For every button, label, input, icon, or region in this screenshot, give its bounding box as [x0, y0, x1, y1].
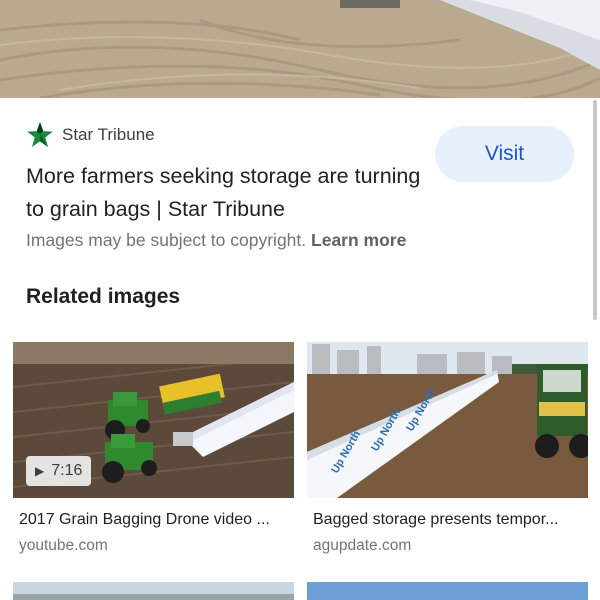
learn-more-link[interactable]: Learn more: [311, 230, 406, 250]
source-name: Star Tribune: [62, 125, 155, 144]
video-duration: 7:16: [51, 462, 83, 479]
hero-image[interactable]: [0, 0, 600, 98]
related-image-card[interactable]: ▶ 7:16 2017 Grain Bagging Drone video ..…: [13, 342, 294, 555]
star-icon: [27, 122, 53, 147]
related-image-title[interactable]: 2017 Grain Bagging Drone video ...: [13, 511, 294, 529]
related-image-thumbnail[interactable]: ▶ 7:16: [13, 342, 294, 498]
related-images-heading: Related images: [26, 285, 181, 308]
copyright-text: Images may be subject to copyright.: [26, 230, 307, 250]
scrollbar[interactable]: [593, 100, 597, 320]
source-row[interactable]: Star Tribune: [26, 121, 155, 149]
related-image-domain: agupdate.com: [313, 537, 412, 554]
page-title[interactable]: More farmers seeking storage are turning…: [26, 160, 426, 226]
related-image-thumbnail[interactable]: [13, 582, 294, 600]
video-duration-badge: ▶ 7:16: [26, 456, 92, 486]
related-image-thumbnail[interactable]: Up North Up North Up North: [307, 342, 588, 498]
related-image-card[interactable]: Up North Up North Up North Bagged storag…: [307, 342, 588, 555]
visit-button[interactable]: Visit: [435, 126, 574, 182]
related-image-thumbnail[interactable]: [307, 582, 588, 600]
related-image-title[interactable]: Bagged storage presents tempor...: [307, 511, 588, 529]
play-icon: ▶: [35, 464, 45, 478]
related-image-domain: youtube.com: [19, 537, 108, 554]
copyright-notice: Images may be subject to copyright. Lear…: [26, 230, 406, 251]
